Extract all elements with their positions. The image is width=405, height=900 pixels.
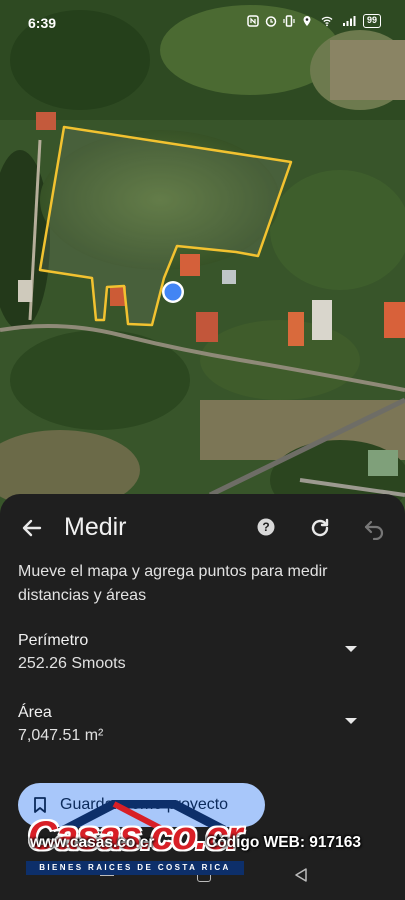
satellite-map[interactable] — [0, 0, 405, 520]
status-bar: 6:39 99 — [0, 0, 405, 44]
vibrate-icon — [283, 15, 295, 27]
alarm-icon — [265, 16, 277, 27]
perimeter-value: 252.26 Smoots — [18, 655, 126, 672]
status-time: 6:39 — [28, 15, 57, 31]
perimeter-row[interactable]: Perímetro 252.26 Smoots — [18, 630, 378, 676]
help-icon[interactable]: ? — [257, 518, 275, 536]
area-row[interactable]: Área 7,047.51 m² — [18, 702, 378, 748]
map-imagery — [0, 0, 405, 520]
watermark-code: Código WEB: 917163 — [206, 834, 362, 851]
location-icon — [303, 16, 311, 26]
battery-icon: 99 — [362, 14, 381, 28]
area-label: Área — [18, 704, 52, 721]
svg-text:?: ? — [262, 520, 269, 534]
sheet-header: Medir ? — [0, 508, 405, 548]
watermark-url: www.casas.co.cr — [30, 834, 155, 851]
perimeter-dropdown-icon[interactable] — [344, 644, 358, 654]
perimeter-label: Perímetro — [18, 632, 89, 649]
page-title: Medir — [64, 513, 127, 541]
area-dropdown-icon[interactable] — [344, 716, 358, 726]
location-dot-icon — [162, 281, 184, 303]
measure-instructions: Mueve el mapa y agrega puntos para medir… — [18, 563, 328, 604]
brand-tagline: BIENES RAICES DE COSTA RICA — [26, 861, 244, 875]
undo-icon[interactable] — [362, 516, 386, 540]
nav-back-icon[interactable] — [294, 868, 308, 882]
nfc-icon — [247, 15, 259, 27]
back-arrow-icon[interactable] — [20, 516, 44, 540]
refresh-icon[interactable] — [308, 516, 332, 540]
wifi-icon — [321, 16, 333, 27]
area-value: 7,047.51 m² — [18, 727, 104, 744]
signal-icon — [342, 16, 356, 26]
app-screen: 6:39 99 Medir ? Mueve el mapa y agrega p… — [0, 0, 405, 900]
